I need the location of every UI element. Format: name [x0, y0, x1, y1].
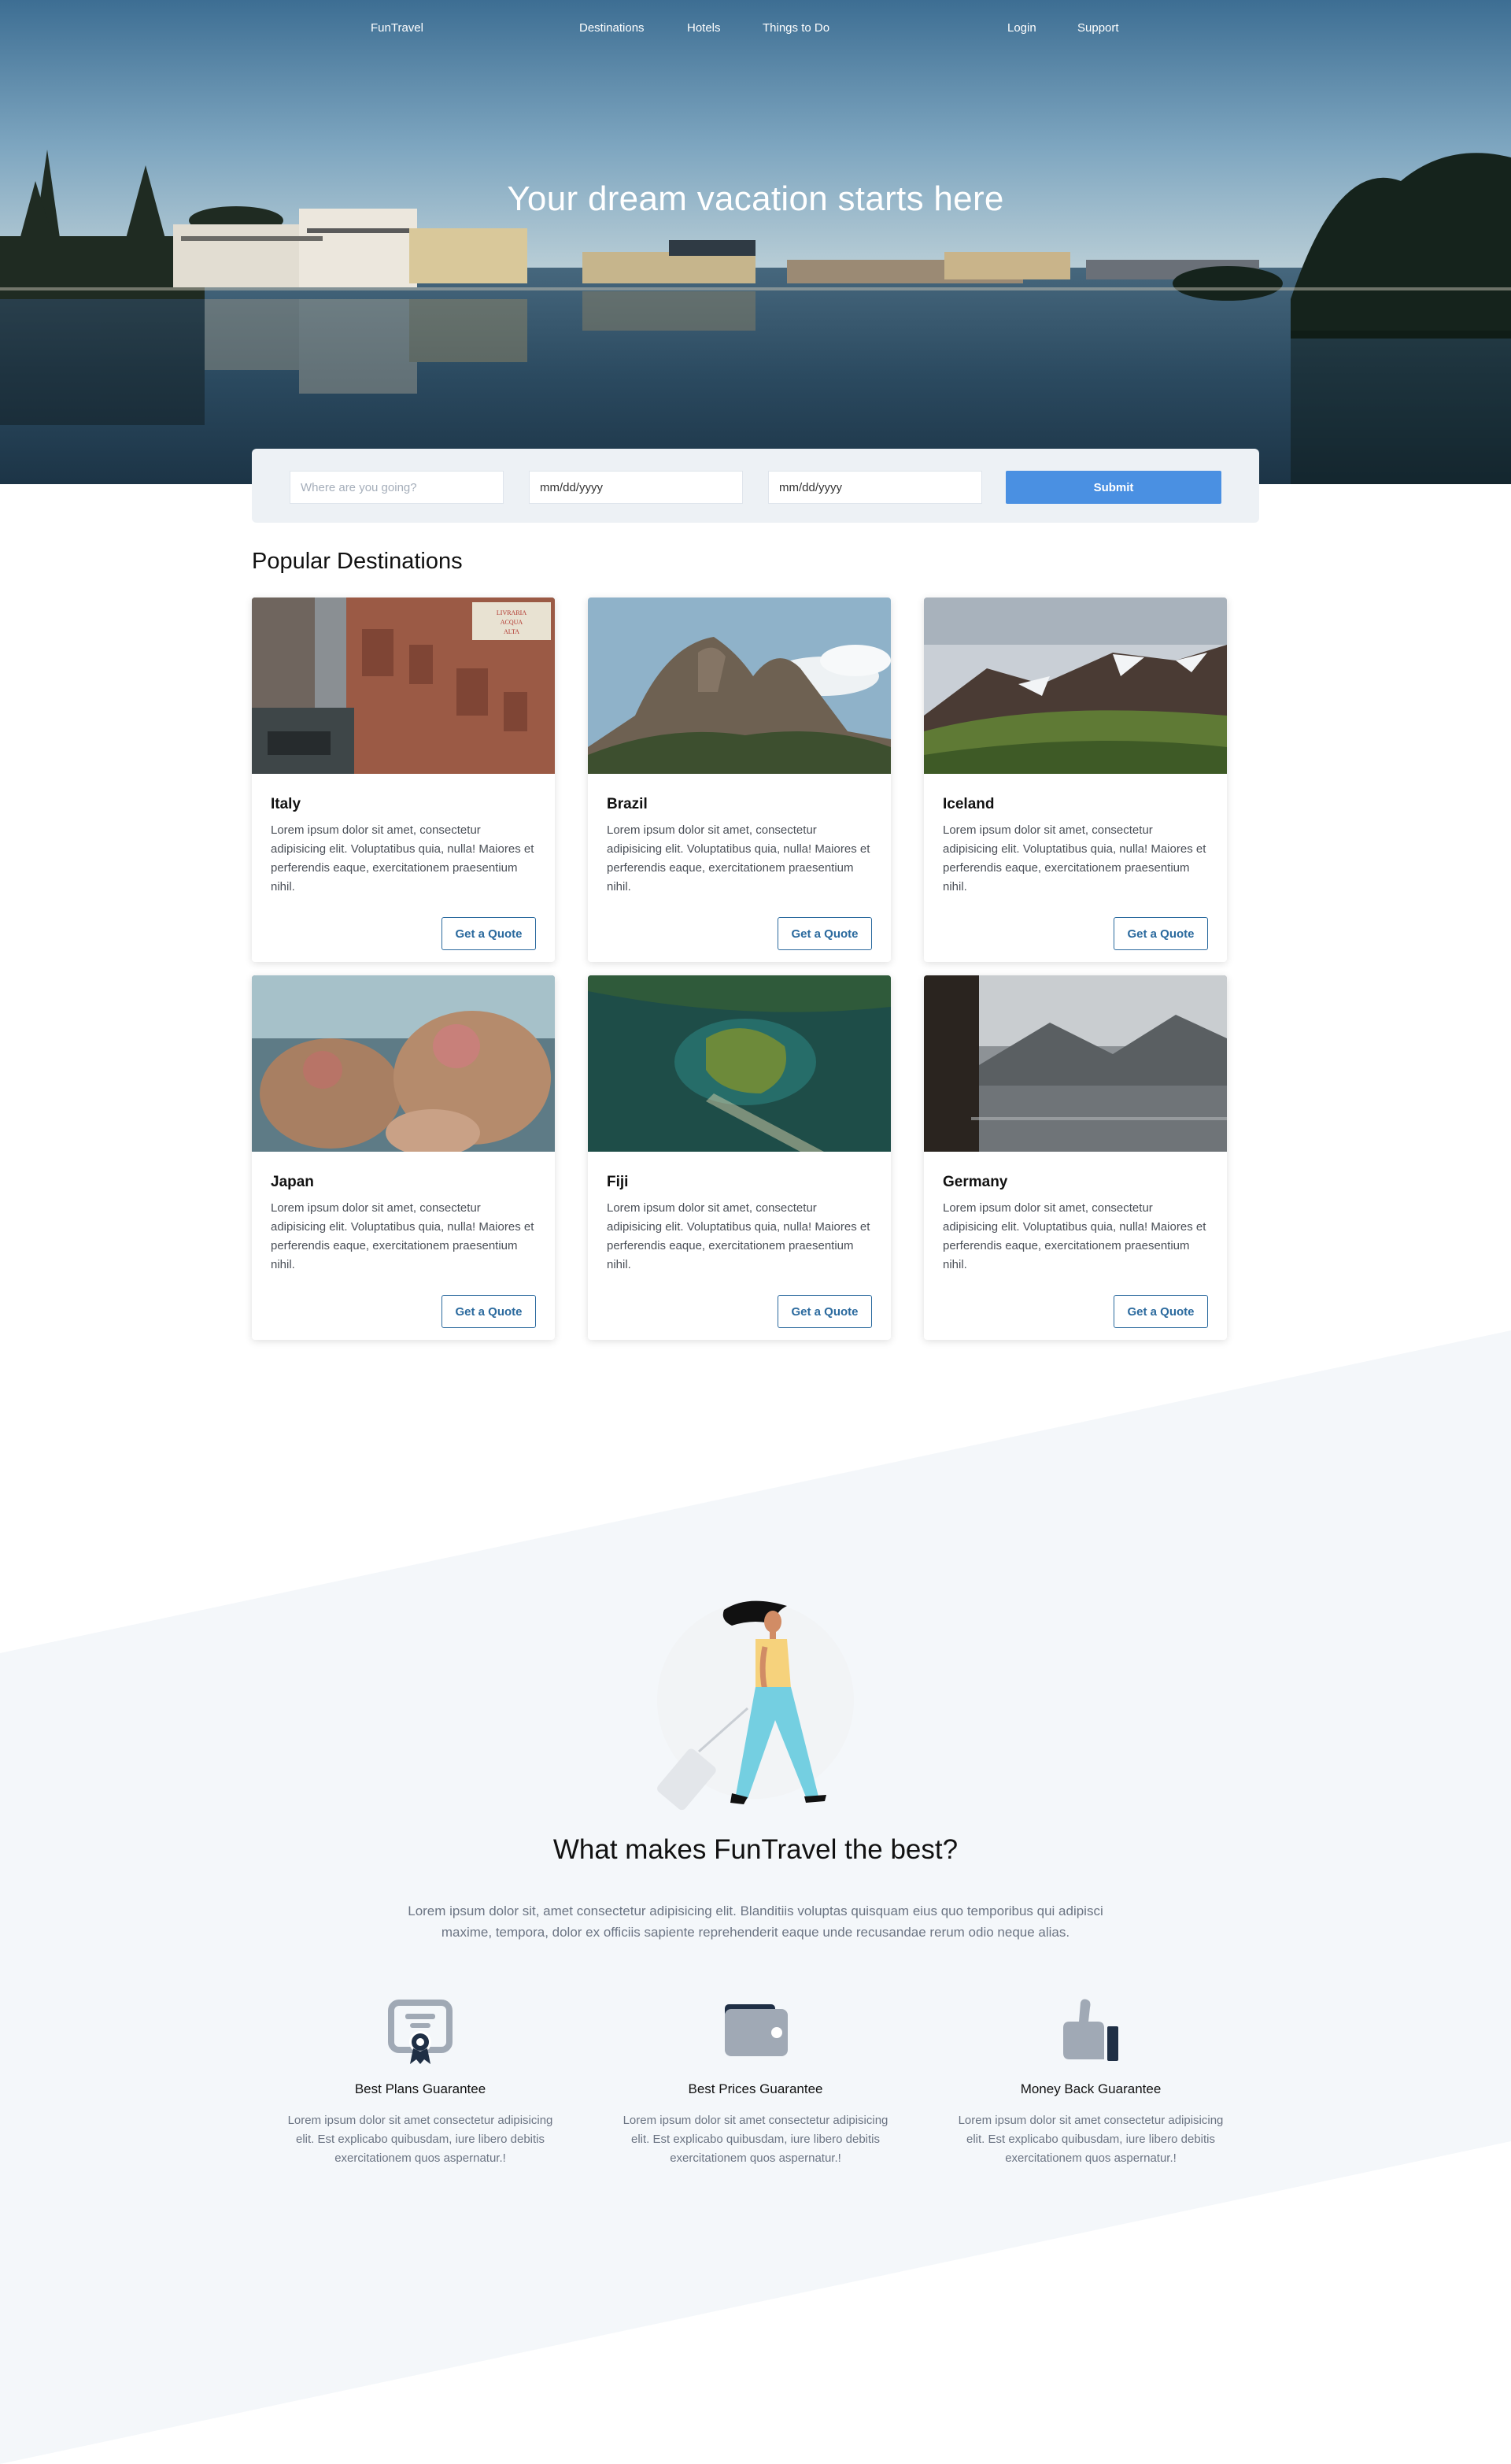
destination-name: Japan — [271, 1174, 314, 1190]
top-navigation: FunTravel Destinations Hotels Things to … — [0, 19, 1511, 38]
hero-banner: FunTravel Destinations Hotels Things to … — [0, 0, 1511, 484]
popular-destinations-title: Popular Destinations — [252, 549, 463, 574]
nav-link-support[interactable]: Support — [1077, 19, 1119, 38]
nav-link-login[interactable]: Login — [1007, 19, 1036, 38]
submit-button[interactable]: Submit — [1006, 471, 1221, 504]
why-title: What makes FunTravel the best? — [552, 1834, 959, 1865]
destination-name: Iceland — [943, 796, 995, 812]
destination-image-japan — [252, 975, 555, 1152]
destination-description: Lorem ipsum dolor sit amet, consectetur … — [271, 823, 534, 893]
get-a-quote-button-japan[interactable]: Get a Quote — [441, 1295, 536, 1328]
why-description: Lorem ipsum dolor sit, amet consectetur … — [408, 1903, 1103, 1940]
feature-title: Best Plans Guarantee — [354, 2081, 486, 2096]
feature-description: Lorem ipsum dolor sit amet consectetur a… — [287, 2114, 553, 2165]
destination-card-germany: Germany Lorem ipsum dolor sit amet, cons… — [924, 975, 1227, 1340]
checkin-date-input[interactable] — [529, 471, 743, 504]
feature-best-prices: Best Prices Guarantee Lorem ipsum dolor … — [614, 1996, 897, 2168]
thumbs-up-icon — [949, 1996, 1232, 2072]
feature-description: Lorem ipsum dolor sit amet consectetur a… — [958, 2114, 1224, 2165]
get-a-quote-button-italy[interactable]: Get a Quote — [441, 917, 536, 950]
destination-description: Lorem ipsum dolor sit amet, consectetur … — [943, 1201, 1206, 1271]
destination-description: Lorem ipsum dolor sit amet, consectetur … — [607, 1201, 870, 1271]
destination-image-brazil — [588, 598, 891, 774]
hero-title: Your dream vacation starts here — [507, 179, 1004, 218]
hero-background-image — [0, 0, 1511, 484]
destination-name: Fiji — [607, 1174, 629, 1190]
certificate-icon — [279, 1996, 562, 2072]
destination-card-fiji: Fiji Lorem ipsum dolor sit amet, consect… — [588, 975, 891, 1340]
nav-link-destinations[interactable]: Destinations — [579, 19, 645, 38]
feature-money-back: Money Back Guarantee Lorem ipsum dolor s… — [949, 1996, 1232, 2168]
wallet-icon — [614, 1996, 897, 2072]
bookshop-sign-line-2: ACQUA — [501, 619, 523, 626]
destination-description: Lorem ipsum dolor sit amet, consectetur … — [607, 823, 870, 893]
brand-logo-link[interactable]: FunTravel — [371, 19, 423, 38]
feature-title: Money Back Guarantee — [1020, 2081, 1162, 2096]
destination-card-japan: Japan Lorem ipsum dolor sit amet, consec… — [252, 975, 555, 1340]
bookshop-sign-line-3: ALTA — [504, 628, 519, 635]
checkout-date-input[interactable] — [768, 471, 982, 504]
get-a-quote-button-iceland[interactable]: Get a Quote — [1114, 917, 1208, 950]
destination-description: Lorem ipsum dolor sit amet, consectetur … — [943, 823, 1206, 893]
destination-name: Germany — [943, 1174, 1008, 1190]
destination-image-fiji — [588, 975, 891, 1152]
destination-card-iceland: Iceland Lorem ipsum dolor sit amet, cons… — [924, 598, 1227, 962]
feature-best-plans: Best Plans Guarantee Lorem ipsum dolor s… — [279, 1996, 562, 2168]
destination-image-italy: LIVRARIA ACQUA ALTA — [252, 598, 555, 774]
bookshop-sign-line-1: LIVRARIA — [497, 609, 526, 616]
destination-description: Lorem ipsum dolor sit amet, consectetur … — [271, 1201, 534, 1271]
destination-image-germany — [924, 975, 1227, 1152]
destination-name: Brazil — [607, 796, 648, 812]
destination-card-brazil: Brazil Lorem ipsum dolor sit amet, conse… — [588, 598, 891, 962]
destination-name: Italy — [271, 796, 301, 812]
nav-link-hotels[interactable]: Hotels — [687, 19, 721, 38]
search-form: Submit — [252, 449, 1259, 523]
get-a-quote-button-brazil[interactable]: Get a Quote — [778, 917, 872, 950]
destination-input[interactable] — [290, 471, 504, 504]
traveler-illustration — [657, 1600, 854, 1811]
get-a-quote-button-fiji[interactable]: Get a Quote — [778, 1295, 872, 1328]
get-a-quote-button-germany[interactable]: Get a Quote — [1114, 1295, 1208, 1328]
nav-link-things-to-do[interactable]: Things to Do — [763, 19, 829, 38]
destination-image-iceland — [924, 598, 1227, 774]
destination-card-italy: LIVRARIA ACQUA ALTA Italy Lorem ipsum do… — [252, 598, 555, 962]
feature-description: Lorem ipsum dolor sit amet consectetur a… — [623, 2114, 888, 2165]
feature-title: Best Prices Guarantee — [688, 2081, 823, 2096]
